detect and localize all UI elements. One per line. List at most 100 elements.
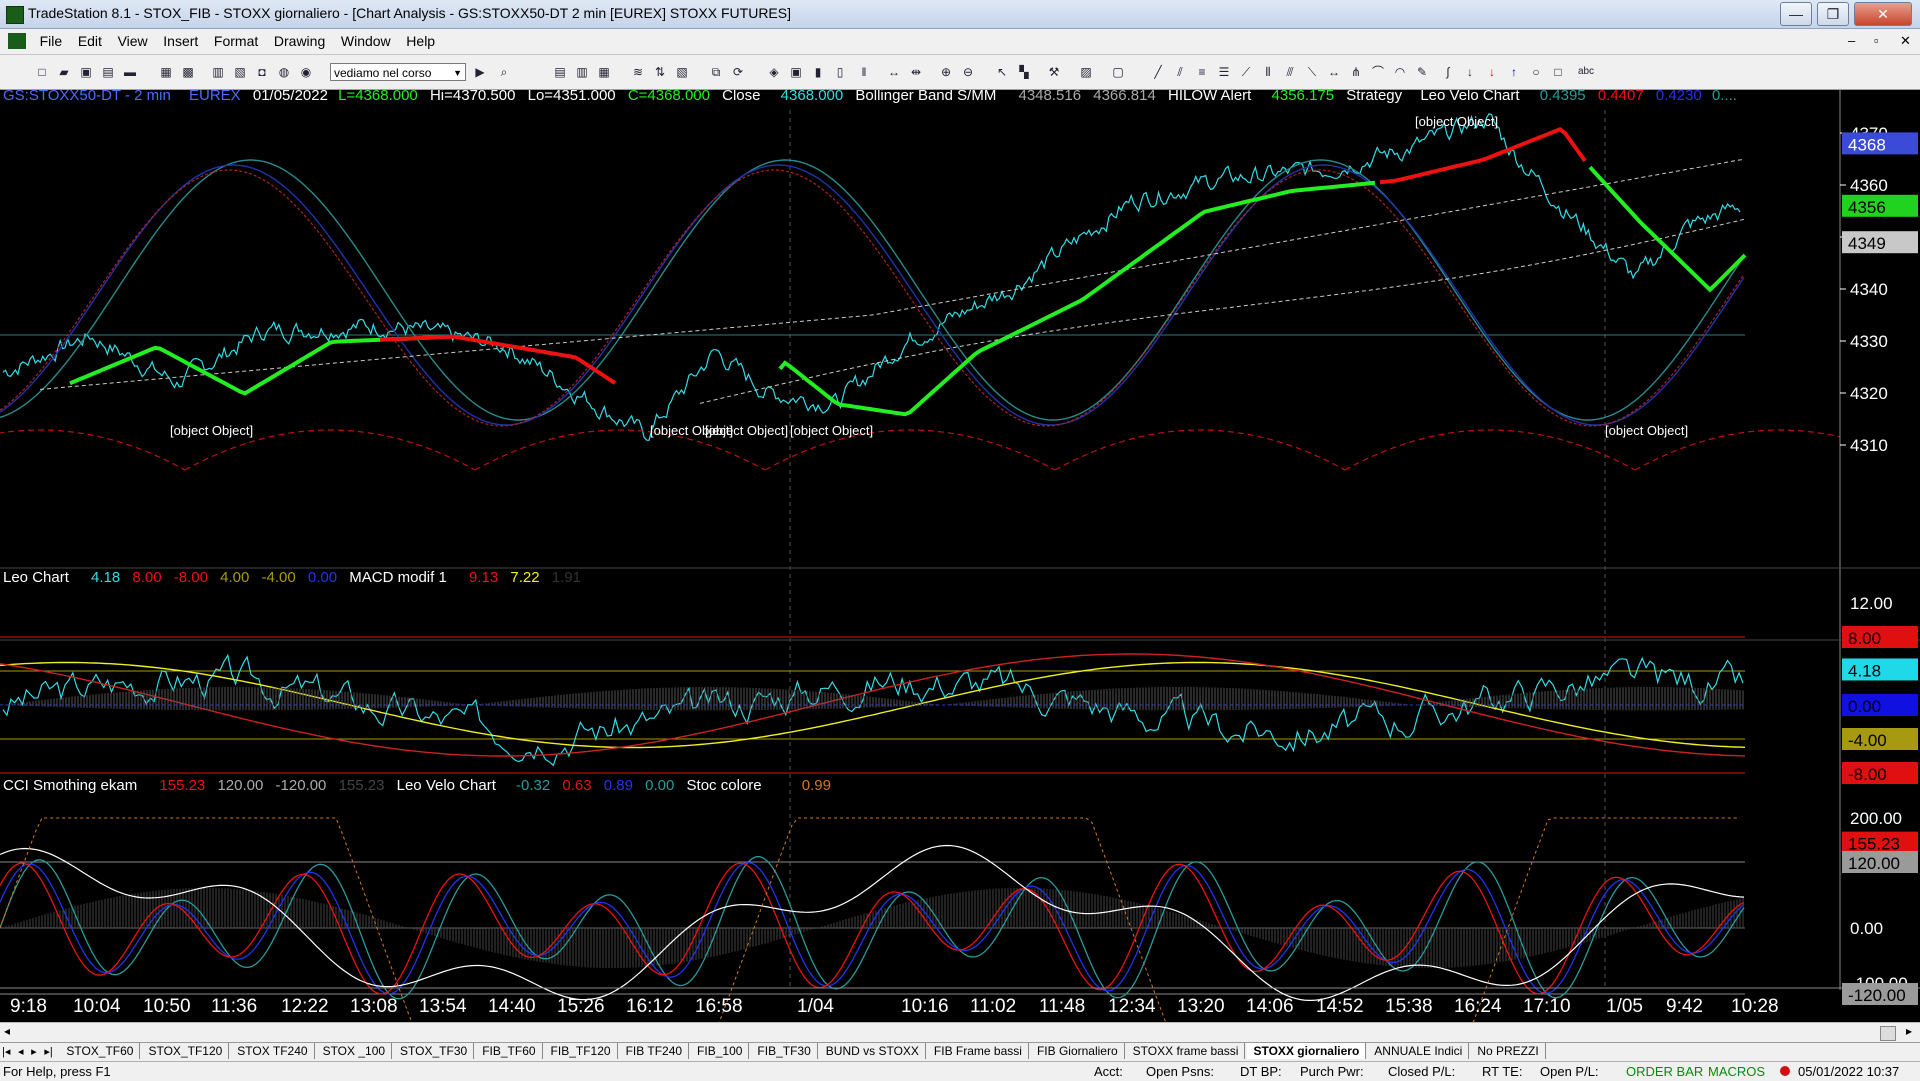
search-icon[interactable]: ⌕: [496, 64, 512, 80]
down-arrow-red-icon[interactable]: ↓: [1484, 64, 1500, 80]
gann-icon[interactable]: ⫻: [1282, 64, 1298, 80]
chart-icon[interactable]: ▤: [552, 64, 568, 80]
new-icon[interactable]: □: [34, 64, 50, 80]
sheet-tab-3[interactable]: STOX TF240: [231, 1043, 315, 1059]
status-macros[interactable]: MACROS: [1708, 1062, 1765, 1081]
sheet-tab-15[interactable]: STOXX giornaliero: [1247, 1043, 1367, 1059]
arc-icon[interactable]: ◠: [1392, 64, 1408, 80]
sheet-tab-14[interactable]: STOXX frame bassi: [1127, 1043, 1246, 1059]
data-icon[interactable]: ▣: [788, 64, 804, 80]
restore-button[interactable]: ❐: [1817, 2, 1849, 26]
menu-insert[interactable]: Insert: [157, 29, 204, 54]
andrews-icon[interactable]: ⋔: [1348, 64, 1364, 80]
curve-icon[interactable]: ∫: [1440, 64, 1456, 80]
horizontal-line-icon[interactable]: ≡: [1194, 64, 1210, 80]
tools-icon[interactable]: ⚒: [1046, 64, 1062, 80]
symbol-icon[interactable]: ▧: [232, 64, 248, 80]
scroll-right-icon[interactable]: ▸: [1906, 1024, 1912, 1038]
speedline-icon[interactable]: ⟍: [1304, 64, 1320, 80]
arrow-down-icon[interactable]: ↓: [1462, 64, 1478, 80]
menu-view[interactable]: View: [112, 29, 154, 54]
bars-icon[interactable]: ‖: [856, 64, 872, 80]
close-button[interactable]: ✕: [1854, 2, 1912, 26]
mdi-restore-button[interactable]: ▫: [1874, 33, 1879, 48]
zoom-out-icon[interactable]: ↔: [886, 64, 902, 80]
alert-icon[interactable]: ◈: [766, 64, 782, 80]
format-icon[interactable]: ▥: [210, 64, 226, 80]
tab-nav-prev-icon[interactable]: ◂: [16, 1046, 26, 1058]
rectangle-icon[interactable]: □: [1550, 64, 1566, 80]
menu-format[interactable]: Format: [208, 29, 264, 54]
fib-icon[interactable]: ☰: [1216, 64, 1232, 80]
bar-icon[interactable]: ▮: [810, 64, 826, 80]
trendline-icon[interactable]: ╱: [1150, 64, 1166, 80]
sheet-tab-6[interactable]: FIB_TF60: [476, 1043, 543, 1059]
sheet-tab-2[interactable]: STOX_TF120: [142, 1043, 230, 1059]
play-icon[interactable]: ▶: [472, 64, 488, 80]
sheet-tab-12[interactable]: FIB Frame bassi: [928, 1043, 1029, 1059]
workspace-icon[interactable]: ▣: [78, 64, 94, 80]
channel-icon[interactable]: ⫽: [1172, 64, 1188, 80]
tab-nav-last-icon[interactable]: ▸|: [42, 1046, 54, 1058]
sheet-tab-17[interactable]: No PREZZI: [1471, 1043, 1546, 1059]
sheet-tab-13[interactable]: FIB Giornaliero: [1031, 1043, 1125, 1059]
folder-icon[interactable]: ▬: [122, 64, 138, 80]
up-arrow-blue-icon[interactable]: ↑: [1506, 64, 1522, 80]
vertical-line-icon[interactable]: ⦀: [1260, 64, 1276, 80]
print-icon[interactable]: ▩: [180, 64, 196, 80]
layer-icon[interactable]: ▨: [1078, 64, 1094, 80]
menu-help[interactable]: Help: [400, 29, 441, 54]
camera-icon[interactable]: ▢: [1110, 64, 1126, 80]
text-icon[interactable]: abc: [1572, 64, 1600, 80]
sheet-tab-8[interactable]: FIB TF240: [620, 1043, 690, 1059]
portfolio-icon[interactable]: ▧: [674, 64, 690, 80]
save-icon[interactable]: ▦: [158, 64, 174, 80]
mdi-minimize-button[interactable]: –: [1848, 33, 1855, 48]
tab-nav-next-icon[interactable]: ▸: [29, 1046, 39, 1058]
horizontal-scrollbar[interactable]: ◂ ▸: [0, 1022, 1920, 1043]
arrow-both-icon[interactable]: ↔: [1326, 64, 1342, 80]
header-low: Lo=4351.000: [528, 90, 616, 104]
new-window-icon[interactable]: ▤: [100, 64, 116, 80]
matrix-icon[interactable]: ▦: [596, 64, 612, 80]
globe-icon[interactable]: ◉: [298, 64, 314, 80]
menu-drawing[interactable]: Drawing: [268, 29, 331, 54]
optionstation-icon[interactable]: ⇅: [652, 64, 668, 80]
scanner-icon[interactable]: ≋: [630, 64, 646, 80]
link-icon[interactable]: ⧉: [708, 64, 724, 80]
sheet-tab-10[interactable]: FIB_TF30: [751, 1043, 818, 1059]
status-order-bar[interactable]: ORDER BAR: [1626, 1062, 1703, 1081]
ellipse-icon[interactable]: ○: [1528, 64, 1544, 80]
sheet-tab-7[interactable]: FIB_TF120: [545, 1043, 618, 1059]
mdi-close-button[interactable]: ✕: [1900, 33, 1911, 49]
chart-analysis-icon[interactable]: ▚: [1016, 64, 1032, 80]
lock-icon[interactable]: ◘: [254, 64, 270, 80]
candle-icon[interactable]: ▯: [832, 64, 848, 80]
sheet-tab-11[interactable]: BUND vs STOXX: [820, 1043, 926, 1059]
pen-icon[interactable]: ✎: [1414, 64, 1430, 80]
minimize-button[interactable]: —: [1780, 2, 1812, 26]
menu-window[interactable]: Window: [335, 29, 397, 54]
chart-analysis-window[interactable]: [object Object] [object Object][object Ob…: [0, 90, 1920, 1022]
sheet-tab-4[interactable]: STOX _100: [317, 1043, 393, 1059]
cycle-icon[interactable]: ⌒: [1370, 64, 1386, 80]
sheet-tab-5[interactable]: STOX_TF30: [394, 1043, 475, 1059]
magnify-plus-icon[interactable]: ⊕: [938, 64, 954, 80]
zoom-in-icon[interactable]: ⇹: [908, 64, 924, 80]
sheet-tab-9[interactable]: FIB_100: [691, 1043, 750, 1059]
radar-icon[interactable]: ▥: [574, 64, 590, 80]
scroll-left-icon[interactable]: ◂: [4, 1024, 10, 1038]
open-icon[interactable]: ▰: [56, 64, 72, 80]
pointer-icon[interactable]: ↖: [994, 64, 1010, 80]
menu-edit[interactable]: Edit: [72, 29, 108, 54]
menu-file[interactable]: File: [34, 29, 69, 54]
workspace-combo[interactable]: vediamo nel corso ▼: [330, 63, 466, 81]
sheet-tab-16[interactable]: ANNUALE Indici: [1368, 1043, 1470, 1059]
tab-nav-first-icon[interactable]: |◂: [0, 1046, 12, 1058]
regression-icon[interactable]: ⟋: [1238, 64, 1254, 80]
magnify-minus-icon[interactable]: ⊖: [960, 64, 976, 80]
strategy-icon[interactable]: ◍: [276, 64, 292, 80]
refresh-icon[interactable]: ⟳: [730, 64, 746, 80]
scroll-thumb[interactable]: [1880, 1026, 1896, 1041]
sheet-tab-1[interactable]: STOX_TF60: [60, 1043, 141, 1059]
